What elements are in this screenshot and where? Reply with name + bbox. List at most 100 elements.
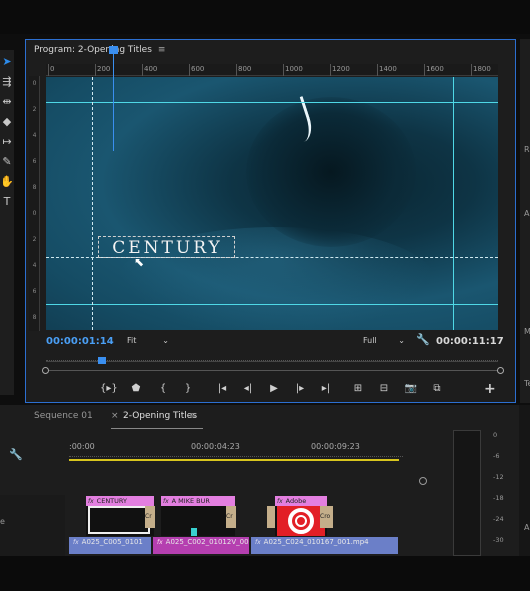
vruler-label: 0 <box>32 210 37 217</box>
razor-icon[interactable]: ◆ <box>0 114 14 130</box>
track-select-icon[interactable]: ⇶ <box>0 74 14 90</box>
clip-a025-c002[interactable]: fx A025_C002_01012V_00 <box>153 537 249 554</box>
audio-meter-bar <box>453 430 481 556</box>
export-frame-button[interactable]: 📷 <box>403 382 419 396</box>
playback-resolution-select[interactable]: Full ⌄ <box>360 334 408 348</box>
clip-label: A025_C005_0101 <box>81 538 143 546</box>
vruler-label: 6 <box>32 158 37 165</box>
timeline-ruler-label: :00:00 <box>69 442 95 451</box>
clip-transition-tag[interactable]: Cr <box>145 506 155 528</box>
settings-wrench-icon[interactable]: 🔧 <box>416 333 430 346</box>
vruler-label: 8 <box>32 184 37 191</box>
playhead-timecode[interactable]: 00:00:01:14 <box>46 336 114 347</box>
go-to-out-button[interactable]: ▸| <box>318 382 334 396</box>
fx-badge: fx <box>88 498 94 505</box>
clip-transition-tag[interactable]: Cr <box>226 506 236 528</box>
panel-menu-icon[interactable]: ≡ <box>158 45 166 55</box>
monitor-playhead[interactable] <box>98 357 106 364</box>
go-to-in-button[interactable]: |◂ <box>214 382 230 396</box>
clip-label: CENTURY <box>96 497 127 505</box>
type-icon[interactable]: T <box>0 194 14 210</box>
mark-in-button[interactable]: {▸} <box>100 382 118 396</box>
pen-icon[interactable]: ✎ <box>0 154 14 170</box>
right-panel-label: R <box>524 145 530 154</box>
mark-out-point-button[interactable]: } <box>180 382 196 396</box>
duration-timecode: 00:00:11:17 <box>436 336 504 347</box>
clip-header: fx A MIKE BUR <box>161 496 235 506</box>
title-text[interactable]: CENTURY <box>99 237 236 259</box>
timeline-vertical-scrollbar[interactable] <box>419 457 427 556</box>
clip-header: fx Adobe <box>275 496 327 506</box>
compare-view-button[interactable]: ⧉ <box>429 382 445 396</box>
timeline-ruler-ticks <box>69 453 403 457</box>
vruler-label: 2 <box>32 106 37 113</box>
step-forward-button[interactable]: |▸ <box>292 382 308 396</box>
meter-db-label: -12 <box>493 473 504 481</box>
vruler-label: 8 <box>32 314 37 321</box>
work-area-bar[interactable] <box>69 459 399 461</box>
zoombar-left-handle[interactable] <box>42 367 49 374</box>
ruler-label: 1800 <box>473 65 491 73</box>
ruler-label: 200 <box>97 65 111 73</box>
safe-margin-left <box>92 77 93 330</box>
track-header <box>0 495 65 556</box>
clip-a-mike-bur[interactable]: fx A MIKE BUR <box>161 496 235 536</box>
clip-a025-c024[interactable]: fx A025_C024_010167_001.mp4 <box>251 537 398 554</box>
program-monitor-title-label: Program: 2-Opening Titles <box>34 45 152 55</box>
scrollbar-handle[interactable] <box>419 477 427 485</box>
timeline-settings-icon[interactable]: 🔧 <box>9 448 23 461</box>
close-tab-icon[interactable]: × <box>111 411 119 421</box>
meter-db-label: -18 <box>493 494 504 502</box>
zoombar-track <box>46 370 502 371</box>
monitor-zoom-scrollbar[interactable] <box>42 367 504 374</box>
clip-a025-c005[interactable]: fx A025_C005_0101 <box>69 537 151 554</box>
timeline-playhead-handle[interactable] <box>109 46 118 54</box>
clip-century[interactable]: fx CENTURY <box>86 496 154 536</box>
add-marker-button[interactable]: ⬟ <box>128 382 144 396</box>
guide-bottom[interactable] <box>46 304 498 305</box>
title-bounding-box[interactable]: CENTURY <box>98 236 235 258</box>
zoombar-right-handle[interactable] <box>497 367 504 374</box>
tools-panel: ➤ ⇶ ⇹ ◆ ↦ ✎ ✋ T <box>0 50 14 395</box>
monitor-time-ruler[interactable] <box>46 357 498 367</box>
lift-button[interactable]: ⊞ <box>350 382 366 396</box>
meter-db-label: -6 <box>493 452 500 460</box>
guide-right[interactable] <box>453 77 454 330</box>
play-button[interactable]: ▶ <box>266 382 282 396</box>
vruler-label: 2 <box>32 236 37 243</box>
audio-meter-panel: 0 -6 -12 -18 -24 -30 <box>443 405 530 556</box>
vruler-label: 4 <box>32 132 37 139</box>
zoom-level-value: Fit <box>127 336 137 345</box>
button-editor-add-button[interactable]: + <box>484 381 496 397</box>
ruler-label: 1600 <box>426 65 444 73</box>
slip-icon[interactable]: ↦ <box>0 134 14 150</box>
keyframe-marker[interactable] <box>191 528 197 536</box>
clip-label: Adobe <box>285 497 307 505</box>
meter-db-label: -24 <box>493 515 504 523</box>
clip-header: fx CENTURY <box>86 496 154 506</box>
tab-opening-titles[interactable]: 2-Opening Titles <box>123 411 197 421</box>
hand-icon[interactable]: ✋ <box>0 174 14 190</box>
fx-badge: fx <box>157 539 163 546</box>
zoom-level-select[interactable]: Fit ⌄ <box>124 334 172 348</box>
step-back-button[interactable]: ◂| <box>240 382 256 396</box>
ruler-label: 800 <box>238 65 252 73</box>
selection-tool-icon[interactable]: ➤ <box>0 54 14 70</box>
clip-label: A025_C024_010167_001.mp4 <box>263 538 369 546</box>
meter-db-label: -30 <box>493 536 504 544</box>
chevron-down-icon: ⌄ <box>162 336 169 345</box>
program-monitor-title[interactable]: Program: 2-Opening Titles ≡ <box>34 45 165 55</box>
clip-transition-tag[interactable]: Cro <box>320 506 333 528</box>
timeline-playhead[interactable] <box>113 46 114 151</box>
playback-resolution-value: Full <box>363 336 377 345</box>
right-panel-label: Te <box>524 379 530 388</box>
tab-sequence-01[interactable]: Sequence 01 <box>34 411 93 421</box>
ripple-edit-icon[interactable]: ⇹ <box>0 94 14 110</box>
mark-in-point-button[interactable]: { <box>155 382 171 396</box>
timeline-menu-icon[interactable]: ≡ <box>189 411 197 421</box>
meter-db-label: 0 <box>493 431 498 439</box>
timeline-time-ruler[interactable]: :00:00 00:00:04:23 00:00:09:23 <box>69 435 403 460</box>
clip-thumbnail <box>88 506 150 534</box>
fx-badge: fx <box>277 498 283 505</box>
extract-button[interactable]: ⊟ <box>376 382 392 396</box>
